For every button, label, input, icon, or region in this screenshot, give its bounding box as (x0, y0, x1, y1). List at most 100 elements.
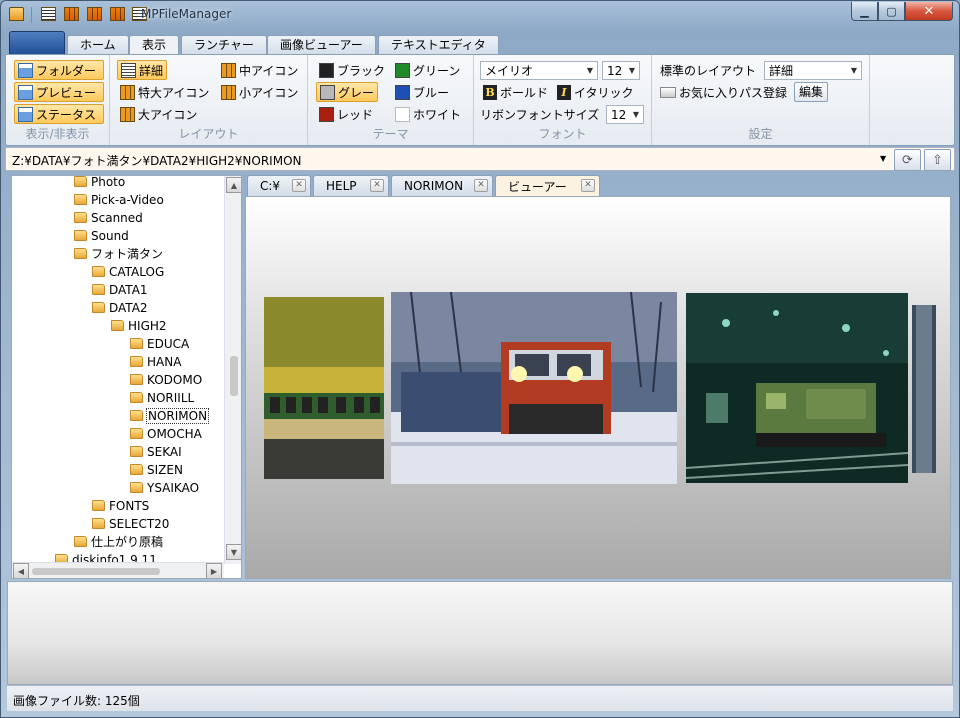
address-bar[interactable]: Z:¥DATA¥フォト満タン¥DATA2¥HIGH2¥NORIMON ▼ ⟳ ⇧ (5, 147, 955, 171)
scroll-left-button[interactable]: ◀ (13, 563, 29, 578)
up-folder-button[interactable]: ⇧ (924, 149, 951, 171)
tree-item[interactable]: 仕上がり原稿 (74, 533, 163, 550)
default-layout-select[interactable]: 詳細 ▼ (764, 61, 862, 80)
tree-item[interactable]: Photo (74, 176, 125, 190)
large-icon-view-icon[interactable] (87, 7, 102, 21)
ribbon: フォルダー プレビュー ステータス 表示/非表示 詳細 特大アイコン 大アイコン… (5, 54, 955, 146)
folder-icon (111, 320, 124, 331)
favorites-register-button[interactable]: お気に入りパス登録 (660, 82, 787, 102)
layout-xlarge-button[interactable]: 特大アイコン (117, 82, 212, 102)
theme-gray-button[interactable]: グレー (316, 82, 378, 102)
scroll-right-button[interactable]: ▶ (206, 563, 222, 578)
folder-icon[interactable] (9, 7, 24, 21)
tab-launcher[interactable]: ランチャー (181, 35, 267, 55)
tree-item[interactable]: DATA1 (92, 281, 148, 298)
toggle-folder-button[interactable]: フォルダー (14, 60, 104, 80)
tree-item[interactable]: NORIILL (130, 389, 194, 406)
tree-item[interactable]: CATALOG (92, 263, 164, 280)
medium-icon-view-icon[interactable] (110, 7, 125, 21)
scroll-down-button[interactable]: ▼ (226, 544, 241, 560)
carousel-photo[interactable] (391, 292, 677, 484)
tree-item[interactable]: HANA (130, 353, 181, 370)
tree-item[interactable]: YSAIKAO (130, 479, 199, 496)
scroll-thumb[interactable] (32, 568, 160, 575)
layout-medium-button[interactable]: 中アイコン (218, 60, 301, 80)
grid-icon (120, 84, 135, 100)
close-icon[interactable]: ✕ (370, 179, 384, 192)
toggle-status-button[interactable]: ステータス (14, 104, 104, 124)
tree-item[interactable]: KODOMO (130, 371, 202, 388)
default-layout-label: 標準のレイアウト (660, 63, 757, 78)
tree-item[interactable]: OMOCHA (130, 425, 202, 442)
details-pane (7, 581, 953, 685)
layout-detail-button[interactable]: 詳細 (117, 60, 168, 80)
tree-vertical-scrollbar[interactable]: ▲ ▼ (224, 176, 241, 564)
window-pane-icon (18, 106, 33, 122)
group-label: テーマ (372, 127, 409, 141)
chevron-down-icon: ▼ (850, 66, 857, 75)
file-menu-button[interactable] (9, 31, 65, 55)
tree-item[interactable]: FONTS (92, 497, 149, 514)
minimize-button[interactable]: ▁ (851, 2, 878, 21)
ribbon-font-size-select[interactable]: 12 ▼ (606, 105, 644, 124)
font-size-select[interactable]: 12 ▼ (602, 61, 640, 80)
tab-norimon[interactable]: NORIMON ✕ (391, 175, 493, 196)
tree-item[interactable]: Sound (74, 227, 129, 244)
close-button[interactable]: ✕ (905, 2, 953, 21)
triangle-left-icon: ◀ (17, 566, 25, 576)
layout-small-button[interactable]: 小アイコン (218, 82, 301, 102)
close-icon[interactable]: ✕ (474, 179, 488, 192)
tab-viewer[interactable]: ビューアー ✕ (495, 175, 600, 197)
font-family-select[interactable]: メイリオ ▼ (480, 61, 598, 80)
white-swatch-icon (395, 106, 410, 122)
black-swatch-icon (319, 62, 334, 78)
tab-home[interactable]: ホーム (67, 35, 129, 55)
tab-c-drive[interactable]: C:¥ ✕ (247, 175, 311, 196)
theme-red-button[interactable]: レッド (316, 104, 376, 124)
tab-text-editor[interactable]: テキストエディタ (378, 35, 499, 55)
tree-item-selected[interactable]: NORIMON (130, 407, 210, 424)
tree-item[interactable]: Pick-a-Video (74, 191, 164, 208)
scroll-up-button[interactable]: ▲ (226, 177, 241, 193)
theme-black-button[interactable]: ブラック (316, 60, 388, 80)
image-carousel[interactable] (245, 196, 951, 579)
carousel-photo[interactable] (264, 297, 384, 479)
tree-item[interactable]: EDUCA (130, 335, 189, 352)
xlarge-icon-view-icon[interactable] (64, 7, 79, 21)
folder-icon (130, 482, 143, 493)
italic-button[interactable]: I イタリック (554, 82, 637, 102)
close-icon[interactable]: ✕ (292, 179, 306, 192)
tree-item[interactable]: DATA2 (92, 299, 148, 316)
tab-image-viewer[interactable]: 画像ビューアー (267, 35, 376, 55)
folder-tree[interactable]: Photo Pick-a-Video Scanned Sound フォト満タン … (11, 175, 242, 579)
theme-green-button[interactable]: グリーン (392, 60, 463, 80)
carousel-photo[interactable] (686, 293, 908, 483)
toggle-preview-button[interactable]: プレビュー (14, 82, 104, 102)
tree-item[interactable]: フォト満タン (74, 245, 163, 262)
window-pane-icon (18, 62, 33, 78)
blue-swatch-icon (395, 84, 410, 100)
tree-item[interactable]: SELECT20 (92, 515, 169, 532)
maximize-button[interactable]: ▢ (878, 2, 905, 21)
refresh-button[interactable]: ⟳ (894, 149, 921, 171)
bold-button[interactable]: B ボールド (480, 82, 551, 102)
edit-button[interactable]: 編集 (794, 82, 829, 102)
status-text: 画像ファイル数: 125個 (13, 694, 140, 708)
detail-view-icon[interactable] (41, 7, 56, 21)
quick-access-separator (31, 7, 32, 23)
scroll-thumb[interactable] (230, 356, 238, 396)
tree-item[interactable]: HIGH2 (111, 317, 167, 334)
tree-item[interactable]: SEKAI (130, 443, 182, 460)
tree-item[interactable]: Scanned (74, 209, 143, 226)
theme-white-button[interactable]: ホワイト (392, 104, 464, 124)
close-icon[interactable]: ✕ (581, 179, 595, 192)
carousel-photo[interactable] (912, 305, 936, 473)
layout-large-button[interactable]: 大アイコン (117, 104, 200, 124)
chevron-down-icon[interactable]: ▼ (880, 154, 886, 163)
window-title: MPFileManager (141, 7, 232, 21)
tab-view[interactable]: 表示 (129, 35, 180, 56)
tree-item[interactable]: SIZEN (130, 461, 183, 478)
theme-blue-button[interactable]: ブルー (392, 82, 452, 102)
tree-horizontal-scrollbar[interactable]: ◀ ▶ (12, 562, 224, 578)
tab-help[interactable]: HELP ✕ (313, 175, 389, 196)
